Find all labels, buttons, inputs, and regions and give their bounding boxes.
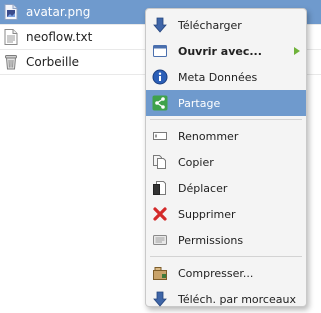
- submenu-arrow-icon: [294, 47, 300, 55]
- menu-item-meta-donnees[interactable]: Meta Données: [146, 64, 306, 90]
- file-name: avatar.png: [26, 5, 91, 19]
- menu-item-deplacer[interactable]: Déplacer: [146, 175, 306, 201]
- trash-icon: [4, 54, 18, 70]
- info-icon: [152, 69, 168, 85]
- delete-x-icon: [152, 206, 168, 222]
- move-icon: [152, 180, 168, 196]
- rename-icon: [152, 128, 168, 144]
- menu-item-label: Télécharger: [178, 18, 242, 32]
- share-icon: [152, 95, 168, 111]
- menu-item-label: Renommer: [178, 129, 239, 143]
- menu-item-label: Permissions: [178, 233, 244, 247]
- menu-item-label: Ouvrir avec...: [178, 44, 262, 58]
- permissions-icon: [152, 232, 168, 248]
- menu-item-label: Meta Données: [178, 70, 258, 84]
- menu-item-renommer[interactable]: Renommer: [146, 123, 306, 149]
- menu-item-label: Téléch. par morceaux: [178, 292, 296, 306]
- file-name: Corbeille: [26, 55, 80, 69]
- menu-separator: [150, 119, 302, 120]
- menu-item-permissions[interactable]: Permissions: [146, 227, 306, 253]
- menu-separator: [150, 256, 302, 257]
- menu-item-label: Compresser...: [178, 266, 254, 280]
- menu-item-ouvrir-avec[interactable]: Ouvrir avec...: [146, 38, 306, 64]
- menu-item-label: Supprimer: [178, 207, 236, 221]
- menu-item-label: Déplacer: [178, 181, 228, 195]
- menu-item-telecharger[interactable]: Télécharger: [146, 12, 306, 38]
- menu-item-telech-par-morceaux[interactable]: Téléch. par morceaux: [146, 286, 306, 312]
- menu-item-copier[interactable]: Copier: [146, 149, 306, 175]
- copy-icon: [152, 154, 168, 170]
- compress-icon: [152, 265, 168, 281]
- menu-item-partage[interactable]: Partage: [146, 90, 306, 116]
- text-file-icon: [4, 29, 18, 45]
- window-icon: [152, 43, 168, 59]
- menu-item-compresser[interactable]: Compresser...: [146, 260, 306, 286]
- file-name: neoflow.txt: [26, 30, 93, 44]
- menu-item-supprimer[interactable]: Supprimer: [146, 201, 306, 227]
- context-menu: Télécharger Ouvrir avec... Meta Données: [145, 8, 307, 307]
- image-file-icon: [4, 4, 18, 20]
- menu-item-label: Copier: [178, 155, 214, 169]
- menu-item-label: Partage: [178, 96, 221, 110]
- chunk-download-icon: [152, 291, 168, 307]
- download-arrow-icon: [152, 17, 168, 33]
